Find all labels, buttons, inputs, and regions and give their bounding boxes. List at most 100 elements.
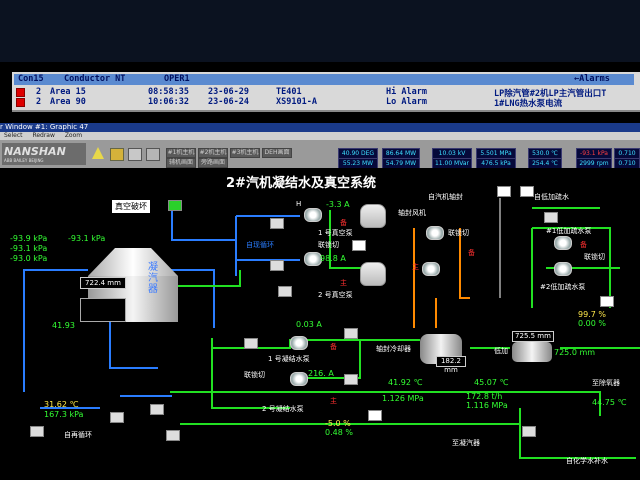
valve[interactable]: [110, 412, 124, 423]
nav-button[interactable]: #3机主机: [230, 148, 260, 158]
alarm-date: 23-06-24: [208, 97, 249, 107]
menu-select[interactable]: Select: [4, 132, 23, 139]
lp-drain-1-label: #1低加疏水泵: [546, 227, 592, 235]
lp-drain-pump-2[interactable]: [554, 262, 572, 276]
logo-brand: NANSHAN: [4, 145, 66, 158]
temp-5: 44.75 ℃: [592, 398, 627, 407]
console-id: Con15: [18, 74, 44, 84]
to-condenser-label: 至凝汽器: [452, 439, 480, 447]
menu-zoom[interactable]: Zoom: [65, 132, 82, 139]
aux-fan-label: 轴封风机: [398, 209, 426, 217]
lp-backup-tag: 备: [580, 241, 587, 249]
vacuum-pump-1-label: 1 号真空泵: [318, 229, 353, 237]
print-icon[interactable]: [128, 148, 142, 161]
valve[interactable]: [166, 430, 180, 441]
lp-drain-pump-1[interactable]: [554, 236, 572, 250]
alarm-priority: 2: [36, 97, 42, 107]
valve[interactable]: [344, 328, 358, 339]
page-title: 2#汽机凝结水及真空系统: [226, 176, 376, 191]
nav-button[interactable]: #2机主机: [198, 148, 228, 158]
logo-sub: ABB BAILEY BEIJING: [4, 158, 44, 163]
alarm-area: Area 90: [50, 97, 86, 107]
temp-4: 45.07 ℃: [474, 378, 509, 387]
valve[interactable]: [270, 218, 284, 229]
temp-3: 41.92 ℃: [388, 378, 423, 387]
alarm-banner: Con15 Conductor NT OPER1 ←Alarms 2 Area …: [12, 72, 640, 112]
valve[interactable]: [497, 186, 511, 197]
alarm-desc: 1#LNG热水泵电流: [494, 99, 563, 109]
alarm-type: Lo Alarm: [386, 97, 427, 107]
chem-makeup-label: 自化学水补水: [566, 457, 608, 465]
aux-fan-2[interactable]: [422, 262, 440, 276]
alarm-row[interactable]: 2 Area 15 08:58:35 23-06-29 TE401 Hi Ala…: [36, 87, 636, 99]
valve[interactable]: [522, 426, 536, 437]
valve[interactable]: [270, 260, 284, 271]
interlock-toggle[interactable]: [352, 240, 366, 251]
nav-button[interactable]: #1机主机: [166, 148, 196, 158]
pipe: [171, 210, 236, 241]
cp2-label: 2 号凝结水泵: [262, 405, 304, 413]
pressure-2: -93.1 kPa: [68, 234, 106, 243]
condensate-pump-1[interactable]: [290, 336, 308, 350]
self-recirc-label: 自再循环: [64, 431, 92, 439]
temp-2: 31.62 ℃: [44, 400, 79, 409]
vacuum-pump-1[interactable]: [304, 208, 322, 222]
alarm-time: 08:58:35: [148, 87, 189, 97]
alarms-button[interactable]: ←Alarms: [574, 74, 610, 84]
nav-button[interactable]: 旁路画面: [198, 158, 228, 168]
gland-level: 182.2 mm: [436, 356, 466, 374]
lp-label: 低加: [494, 347, 508, 355]
cp1-amps: 0.03 A: [296, 320, 322, 329]
alarm-row[interactable]: 2 Area 90 10:06:32 23-06-24 XS9101-A Lo …: [36, 97, 636, 109]
to-deaerator-label: 至除氧器: [592, 379, 620, 387]
valve[interactable]: [520, 186, 534, 197]
interlock-label: 联锁切: [448, 229, 469, 237]
vacuum-pump-2-label: 2 号真空泵: [318, 291, 353, 299]
valve[interactable]: [150, 404, 164, 415]
aux-fan-1[interactable]: [426, 226, 444, 240]
alarm-date: 23-06-29: [208, 87, 249, 97]
pipe: [212, 339, 360, 349]
operator-label: OPER1: [164, 74, 190, 84]
nav-button[interactable]: 辅机画面: [166, 158, 196, 168]
valve[interactable]: [278, 286, 292, 297]
percent-1: 99.7 %: [578, 310, 606, 319]
logo: NANSHAN ABB BAILEY BEIJING: [2, 143, 86, 165]
menu-redraw[interactable]: Redraw: [32, 132, 54, 139]
folder-icon[interactable]: [110, 148, 124, 161]
lp-heater-vessel: [512, 342, 552, 362]
lp-level-2: 725.0 mm: [554, 348, 596, 357]
flow: 172.8 t/h: [466, 392, 503, 401]
vacuum-break-valve[interactable]: [168, 200, 182, 211]
cp2-main-tag: 主: [330, 397, 337, 405]
gland-cooler-label: 轴封冷却器: [376, 345, 411, 353]
cp1-label: 1 号凝结水泵: [268, 355, 310, 363]
interlock-label: 联锁切: [244, 371, 265, 379]
nav-button[interactable]: DEH画面: [262, 148, 292, 158]
toolbar-icon[interactable]: [146, 148, 160, 161]
lp-heater-label: 自低加疏水: [534, 193, 569, 201]
condenser-level: 722.4 mm: [80, 277, 126, 289]
control-valve[interactable]: [600, 296, 614, 307]
vacuum-pump-1-amps: -3.3 A: [326, 200, 350, 209]
pipe: [23, 269, 88, 392]
control-valve[interactable]: [368, 410, 382, 421]
monitor-bezel: [0, 0, 640, 70]
valve[interactable]: [244, 338, 258, 349]
window-menu: Select Redraw Zoom: [0, 132, 640, 140]
fan-backup-tag: 备: [468, 249, 475, 257]
pressure-1: -93.9 kPa: [10, 234, 48, 243]
lp-drain-2-label: #2低加疏水泵: [540, 283, 586, 291]
pipe: [519, 408, 636, 459]
alarm-header: Con15 Conductor NT OPER1 ←Alarms: [14, 74, 634, 85]
pressure-4: -93.0 kPa: [10, 254, 48, 263]
valve[interactable]: [30, 426, 44, 437]
lp-level: 725.5 mm: [512, 331, 554, 342]
valve[interactable]: [344, 374, 358, 385]
interlock-label: 联锁切: [318, 241, 339, 249]
valve[interactable]: [544, 212, 558, 223]
condensate-pump-2[interactable]: [290, 372, 308, 386]
alarm-time: 10:06:32: [148, 97, 189, 107]
window-title: r Window #1: Graphic 47: [0, 123, 89, 131]
interlock-label: 联锁切: [584, 253, 605, 261]
